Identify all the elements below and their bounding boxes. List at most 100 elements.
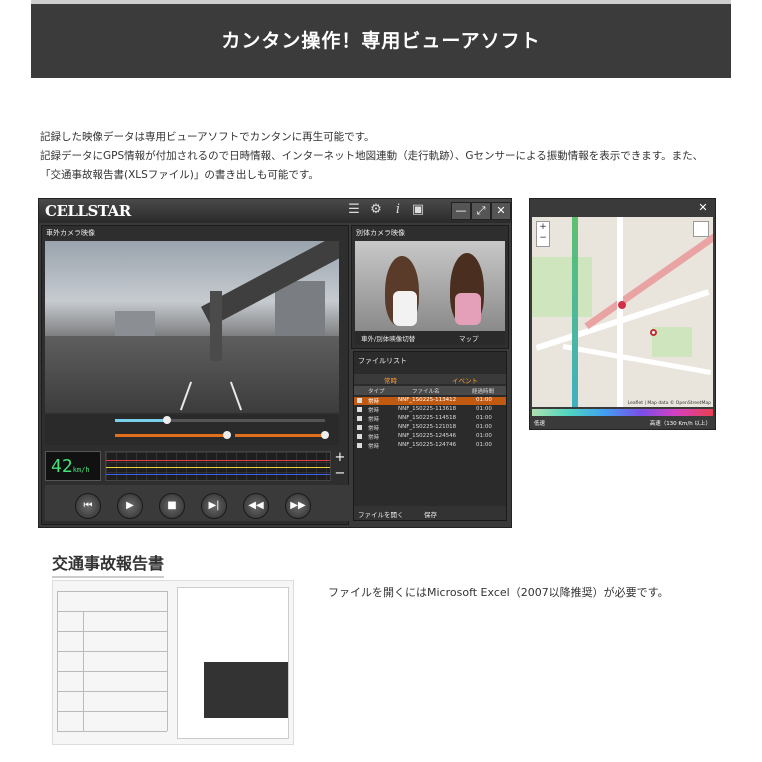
pillar (210, 291, 222, 361)
form-vline (83, 611, 84, 731)
park-area (532, 257, 592, 317)
seek-knob[interactable] (163, 416, 171, 424)
row-type: 常時 (368, 417, 380, 423)
table-row[interactable]: 常時 NNF_1S0225-113412 01:00 (354, 397, 506, 405)
play-icon[interactable]: ▶ (117, 493, 143, 519)
speed-knob[interactable] (223, 431, 231, 439)
map-zoom-in[interactable]: + (537, 222, 549, 233)
legend-low: 低速 (534, 421, 546, 427)
playback-controls: ⏮ ▶ ■ ▶| ◀◀ ▶▶ (45, 485, 351, 521)
file-list-footer: ファイルを開く 保存 (354, 506, 506, 520)
report-section-title: 交通事故報告書 (52, 550, 165, 578)
maximize-button[interactable]: ⤢ (471, 202, 491, 220)
close-button[interactable]: ✕ (491, 202, 511, 220)
file-list-title: ファイルリスト (358, 357, 407, 365)
playback-slider[interactable] (45, 415, 339, 445)
save-button[interactable]: 保存 (424, 509, 437, 519)
intro-text: 記録した映像データは専用ビューアソフトでカンタンに再生可能です。 記録データにG… (40, 128, 730, 185)
tab-normal[interactable]: 常時 (384, 375, 397, 385)
track-line (572, 217, 578, 407)
row-time: 01:00 (476, 433, 492, 439)
location-pin-icon (650, 329, 657, 336)
list-icon[interactable]: ☰ (347, 203, 361, 217)
map-button[interactable]: マップ (459, 333, 479, 343)
row-checkbox[interactable] (357, 416, 362, 421)
rewind-icon[interactable]: ◀◀ (243, 493, 269, 519)
info-icon[interactable]: i (391, 203, 405, 217)
header-banner: カンタン操作！専用ビューアソフト (31, 0, 731, 78)
open-file-button[interactable]: ファイルを開く (358, 509, 404, 519)
row-checkbox[interactable] (357, 398, 362, 403)
sub-video-buttons: 車外/別体映像切替 マップ (355, 331, 505, 345)
form-line (57, 691, 167, 692)
minimize-button[interactable]: — (451, 202, 471, 220)
row-name: NNF_1S0225-113618 (398, 406, 457, 412)
row-checkbox[interactable] (357, 434, 362, 439)
map-zoom-out[interactable]: − (537, 233, 549, 244)
main-video-label: 車外カメラ映像 (46, 229, 95, 237)
sub-video[interactable] (355, 241, 505, 331)
main-video[interactable] (45, 241, 339, 413)
row-type: 常時 (368, 435, 380, 441)
file-list-header: タイプ ファイル名 経過時間 (354, 386, 506, 395)
map-close-button[interactable]: ✕ (694, 200, 712, 216)
intro-line-3: 「交通事故報告書(XLSファイル)」の書き出しも可能です。 (40, 169, 319, 181)
table-row[interactable]: 常時 NNF_1S0225-113618 01:00 (354, 406, 506, 414)
header-type: タイプ (368, 389, 385, 395)
zoom-in-button[interactable]: + (333, 451, 347, 464)
row-type: 常時 (368, 444, 380, 450)
seek-fill (115, 419, 167, 422)
gsensor-graph (105, 451, 331, 481)
form-line (57, 651, 167, 652)
row-checkbox[interactable] (357, 443, 362, 448)
tab-event[interactable]: イベント (452, 375, 478, 385)
form-vline (167, 591, 168, 731)
position-marker-icon (618, 301, 626, 309)
table-row[interactable]: 常時 NNF_1S0225-124746 01:00 (354, 442, 506, 450)
speed-track[interactable] (115, 434, 225, 437)
row-checkbox[interactable] (357, 425, 362, 430)
form-line (57, 611, 167, 612)
table-row[interactable]: 常時 NNF_1S0225-124546 01:00 (354, 433, 506, 441)
form-line (57, 711, 167, 712)
map-attribution: Leaflet | Map data © OpenStreetMap (627, 401, 711, 406)
gsensor-z-line (106, 474, 330, 475)
driver-shirt (393, 291, 417, 326)
road (45, 335, 339, 413)
row-type: 常時 (368, 399, 380, 405)
skip-start-icon[interactable]: ⏮ (75, 493, 101, 519)
header-time: 経過時間 (472, 389, 495, 395)
volume-track[interactable] (235, 434, 325, 437)
layers-icon[interactable] (693, 221, 709, 237)
stop-icon[interactable]: ■ (159, 493, 185, 519)
sub-video-label: 別体カメラ映像 (356, 229, 405, 237)
fast-forward-icon[interactable]: ▶▶ (285, 493, 311, 519)
switch-video-button[interactable]: 車外/別体映像切替 (361, 333, 415, 343)
excel-requirement-note: ファイルを開くにはMicrosoft Excel（2007以降推奨）が必要です。 (328, 586, 669, 599)
step-forward-icon[interactable]: ▶| (201, 493, 227, 519)
viewer-titlebar: CELLSTAR ☰ ⚙ i ▣ — ⤢ ✕ (39, 199, 511, 223)
volume-knob[interactable] (321, 431, 329, 439)
map-view[interactable]: + − Leaflet | Map data © OpenStreetMap (532, 217, 713, 407)
table-row[interactable]: 常時 NNF_1S0225-114518 01:00 (354, 415, 506, 423)
row-time: 01:00 (476, 442, 492, 448)
row-time: 01:00 (476, 424, 492, 430)
map-road (617, 217, 623, 407)
gear-icon[interactable]: ⚙ (369, 203, 383, 217)
form-line (57, 631, 167, 632)
table-row[interactable]: 常時 NNF_1S0225-121018 01:00 (354, 424, 506, 432)
viewer-window: CELLSTAR ☰ ⚙ i ▣ — ⤢ ✕ 車外カメラ映像 42km/h + (38, 198, 512, 528)
page-title: カンタン操作！専用ビューアソフト (221, 30, 541, 52)
passenger-shirt (455, 293, 481, 325)
zoom-out-button[interactable]: − (333, 467, 347, 480)
speed-value: 42 (51, 456, 73, 477)
row-checkbox[interactable] (357, 407, 362, 412)
form-line (57, 671, 167, 672)
form-line (57, 591, 167, 592)
camera-icon[interactable]: ▣ (411, 203, 425, 217)
intro-line-1: 記録した映像データは専用ビューアソフトでカンタンに再生可能です。 (40, 131, 375, 143)
row-name: NNF_1S0225-113412 (398, 397, 457, 403)
report-thumbnail (204, 662, 288, 718)
row-type: 常時 (368, 426, 380, 432)
form-vline (57, 591, 58, 731)
